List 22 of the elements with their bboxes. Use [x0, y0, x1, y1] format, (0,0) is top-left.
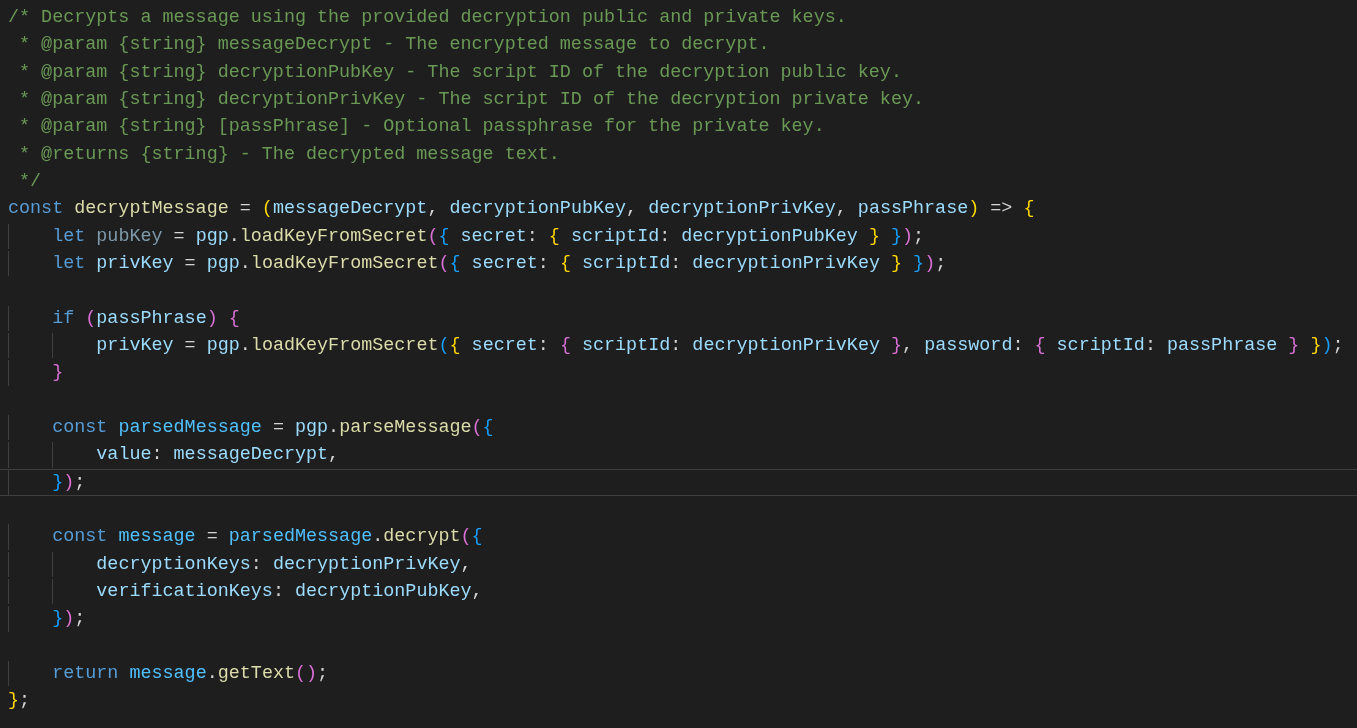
- code-line: const decryptMessage = (messageDecrypt, decryptionPubKey, decryptionPrivKey, passPhrase) => {: [7, 197, 1036, 222]
- code-line: * @param {string} messageDecrypt - The encrypted message to decrypt.: [18, 33, 771, 58]
- code-line: });: [0, 468, 1357, 496]
- code-line: const parsedMessage = pgp.parseMessage({: [0, 413, 1357, 442]
- code-line: }: [0, 359, 1357, 387]
- code-line: });: [0, 605, 1357, 633]
- code-line: return message.getText();: [0, 659, 1357, 688]
- code-line: * @param {string} decryptionPrivKey - The script ID of the decryption private key.: [18, 88, 925, 112]
- code-line: privKey = pgp.loadKeyFromSecret({ secret: { scriptId: decryptionPrivKey }, password: { scriptId: passPhrase } });: [0, 331, 1357, 360]
- code-line: let privKey = pgp.loadKeyFromSecret({ secret: { scriptId: decryptionPrivKey } });: [0, 249, 1357, 278]
- code-line: /* Decrypts a message using the provided decryption public and private keys.: [7, 6, 848, 30]
- code-line: verificationKeys: decryptionPubKey,: [0, 577, 1357, 606]
- code-line: let pubKey = pgp.loadKeyFromSecret({ secret: { scriptId: decryptionPubKey } });: [0, 222, 1357, 250]
- code-line: };: [7, 689, 32, 714]
- code-line: * @returns {string} - The decrypted message text.: [18, 142, 561, 167]
- code-line: * @param {string} [passPhrase] - Optional passphrase for the private key.: [18, 115, 826, 140]
- code-line: */: [18, 169, 43, 194]
- code-line: value: messageDecrypt,: [0, 441, 1357, 469]
- code-line: * @param {string} decryptionPubKey - The script ID of the decryption public key.: [18, 60, 903, 85]
- code-line: decryptionKeys: decryptionPrivKey,: [0, 550, 1357, 578]
- code-line: if (passPhrase) {: [0, 304, 1357, 332]
- code-line: const message = parsedMessage.decrypt({: [0, 523, 1357, 551]
